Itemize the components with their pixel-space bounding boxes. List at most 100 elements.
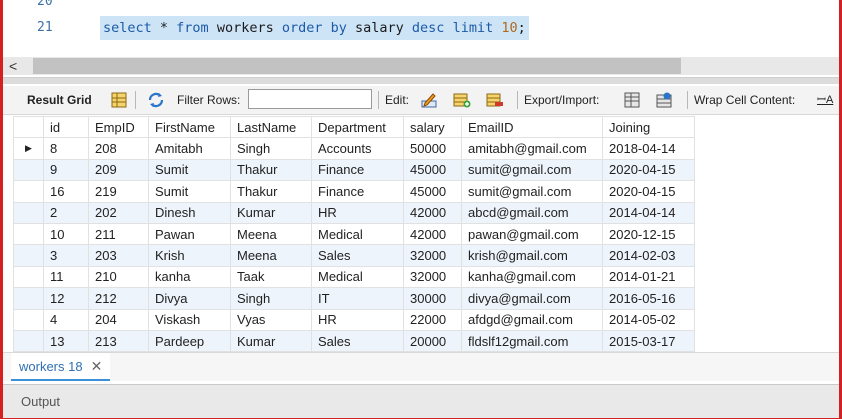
cell-id[interactable]: 2 (43, 201, 89, 224)
table-row[interactable]: 13 213 Pardeep Kumar Sales 20000 fldslf12gmail… (13, 329, 695, 353)
cell-id[interactable]: 8 (43, 137, 89, 160)
cell-id[interactable]: 12 (43, 287, 89, 310)
cell-firstname[interactable]: kanha (148, 265, 231, 289)
row-marker[interactable] (13, 244, 44, 267)
add-row-icon[interactable] (453, 91, 471, 109)
output-panel[interactable]: Output (3, 384, 839, 418)
cell-firstname[interactable]: Divya (148, 287, 231, 310)
cell-lastname[interactable]: Thakur (230, 180, 312, 203)
table-row[interactable]: 12 212 Divya Singh IT 30000 divya@gmail.com 201… (13, 287, 695, 310)
export-icon[interactable] (623, 91, 641, 109)
cell-joining[interactable]: 2016-05-16 (602, 287, 695, 310)
grid-view-icon[interactable] (110, 91, 128, 109)
cell-salary[interactable]: 32000 (403, 244, 462, 267)
cell-id[interactable]: 3 (43, 244, 89, 267)
table-row[interactable]: 11 210 kanha Taak Medical 32000 kanha@gmail.co… (13, 265, 695, 289)
column-header-emailid[interactable]: EmailID (461, 115, 603, 139)
cell-department[interactable]: HR (311, 201, 404, 224)
cell-emailid[interactable]: krish@gmail.com (461, 244, 603, 267)
cell-lastname[interactable]: Vyas (230, 308, 312, 331)
cell-emailid[interactable]: fldslf12gmail.com (461, 329, 603, 353)
cell-joining[interactable]: 2020-04-15 (602, 180, 695, 203)
cell-salary[interactable]: 50000 (403, 137, 462, 160)
cell-emailid[interactable]: kanha@gmail.com (461, 265, 603, 289)
cell-emailid[interactable]: abcd@gmail.com (461, 201, 603, 224)
table-row[interactable]: 2 202 Dinesh Kumar HR 42000 abcd@gmail.com 2014… (13, 201, 695, 224)
table-row[interactable]: 3 203 Krish Meena Sales 32000 krish@gmail.com 2… (13, 244, 695, 267)
table-row[interactable]: 16 219 Sumit Thakur Finance 45000 sumit@gmail.… (13, 180, 695, 203)
cell-empid[interactable]: 213 (88, 329, 149, 353)
row-marker[interactable] (13, 201, 44, 224)
cell-joining[interactable]: 2014-05-02 (602, 308, 695, 331)
cell-salary[interactable]: 20000 (403, 329, 462, 353)
row-marker[interactable] (13, 329, 44, 353)
cell-department[interactable]: Sales (311, 244, 404, 267)
current-row-marker-icon[interactable]: ▶ (13, 137, 44, 160)
column-header-lastname[interactable]: LastName (230, 115, 312, 139)
cell-emailid[interactable]: sumit@gmail.com (461, 158, 603, 182)
row-marker[interactable] (13, 222, 44, 246)
cell-empid[interactable]: 203 (88, 244, 149, 267)
cell-joining[interactable]: 2015-03-17 (602, 329, 695, 353)
cell-id[interactable]: 9 (43, 158, 89, 182)
cell-joining[interactable]: 2014-04-14 (602, 201, 695, 224)
cell-lastname[interactable]: Singh (230, 287, 312, 310)
cell-department[interactable]: IT (311, 287, 404, 310)
editor-horizontal-scrollbar[interactable]: < (3, 57, 839, 75)
cell-emailid[interactable]: afdgd@gmail.com (461, 308, 603, 331)
delete-row-icon[interactable] (486, 91, 504, 109)
cell-emailid[interactable]: pawan@gmail.com (461, 222, 603, 246)
cell-salary[interactable]: 30000 (403, 287, 462, 310)
cell-id[interactable]: 11 (43, 265, 89, 289)
cell-department[interactable]: Medical (311, 222, 404, 246)
cell-empid[interactable]: 210 (88, 265, 149, 289)
cell-lastname[interactable]: Kumar (230, 201, 312, 224)
cell-department[interactable]: HR (311, 308, 404, 331)
cell-lastname[interactable]: Meena (230, 222, 312, 246)
cell-firstname[interactable]: Pawan (148, 222, 231, 246)
column-header-joining[interactable]: Joining (602, 115, 695, 139)
table-row[interactable]: 4 204 Viskash Vyas HR 22000 afdgd@gmail.com 201… (13, 308, 695, 331)
cell-salary[interactable]: 45000 (403, 180, 462, 203)
cell-empid[interactable]: 219 (88, 180, 149, 203)
cell-department[interactable]: Finance (311, 180, 404, 203)
table-row[interactable]: 9 209 Sumit Thakur Finance 45000 sumit@gmail.c… (13, 158, 695, 182)
wrap-cell-toggle-icon[interactable]: ꟷA (817, 86, 833, 114)
cell-joining[interactable]: 2018-04-14 (602, 137, 695, 160)
cell-firstname[interactable]: Sumit (148, 180, 231, 203)
row-marker[interactable] (13, 308, 44, 331)
cell-joining[interactable]: 2020-12-15 (602, 222, 695, 246)
cell-department[interactable]: Accounts (311, 137, 404, 160)
cell-firstname[interactable]: Sumit (148, 158, 231, 182)
cell-lastname[interactable]: Thakur (230, 158, 312, 182)
cell-department[interactable]: Medical (311, 265, 404, 289)
sql-query-line[interactable]: select * from workers order by salary de… (100, 16, 529, 40)
cell-emailid[interactable]: amitabh@gmail.com (461, 137, 603, 160)
close-tab-icon[interactable]: ✕ (91, 358, 103, 374)
scroll-left-arrow[interactable]: < (9, 57, 17, 75)
cell-empid[interactable]: 208 (88, 137, 149, 160)
panel-splitter[interactable] (3, 77, 839, 84)
refresh-icon[interactable] (147, 91, 165, 109)
cell-firstname[interactable]: Pardeep (148, 329, 231, 353)
import-icon[interactable] (655, 91, 673, 109)
cell-id[interactable]: 10 (43, 222, 89, 246)
cell-salary[interactable]: 32000 (403, 265, 462, 289)
cell-id[interactable]: 16 (43, 180, 89, 203)
column-header-department[interactable]: Department (311, 115, 404, 139)
cell-department[interactable]: Sales (311, 329, 404, 353)
cell-lastname[interactable]: Meena (230, 244, 312, 267)
cell-firstname[interactable]: Dinesh (148, 201, 231, 224)
cell-empid[interactable]: 204 (88, 308, 149, 331)
cell-empid[interactable]: 209 (88, 158, 149, 182)
cell-empid[interactable]: 202 (88, 201, 149, 224)
cell-empid[interactable]: 211 (88, 222, 149, 246)
cell-lastname[interactable]: Kumar (230, 329, 312, 353)
cell-salary[interactable]: 22000 (403, 308, 462, 331)
edit-cell-icon[interactable] (420, 91, 438, 109)
column-header-firstname[interactable]: FirstName (148, 115, 231, 139)
cell-salary[interactable]: 45000 (403, 158, 462, 182)
cell-empid[interactable]: 212 (88, 287, 149, 310)
sql-editor[interactable]: 20 21 select * from workers order by sal… (3, 0, 839, 56)
cell-lastname[interactable]: Singh (230, 137, 312, 160)
